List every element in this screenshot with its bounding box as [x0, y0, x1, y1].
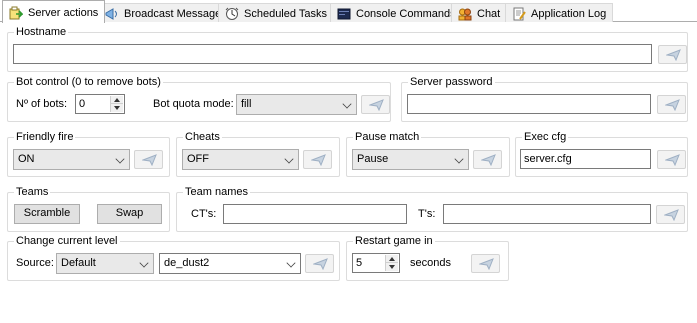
tab-console-commands[interactable]: Console Commands: [330, 3, 463, 22]
change-level-send-button[interactable]: [305, 254, 334, 273]
friendly-fire-group: Friendly fire ON: [7, 131, 170, 177]
source-label: Source:: [16, 257, 54, 269]
map-select[interactable]: de_dust2: [159, 253, 301, 274]
send-arrow-icon: [665, 154, 680, 166]
restart-seconds-value: 5: [356, 257, 363, 269]
send-arrow-icon: [313, 258, 328, 270]
send-arrow-icon: [369, 99, 384, 111]
restart-game-legend: Restart game in: [353, 235, 435, 248]
hostname-group: Hostname: [7, 26, 688, 72]
tab-label: Application Log: [531, 8, 607, 20]
server-actions-icon: [9, 6, 24, 20]
bot-control-group: Bot control (0 to remove bots) Nº of bot…: [7, 76, 391, 122]
send-arrow-icon: [664, 209, 679, 221]
chevron-down-icon: [286, 258, 296, 268]
restart-game-group: Restart game in 5 seconds: [346, 235, 509, 281]
chevron-down-icon: [139, 258, 149, 268]
friendly-fire-send-button[interactable]: [134, 150, 163, 169]
tab-scheduled-tasks[interactable]: Scheduled Tasks: [218, 3, 334, 22]
cheats-select[interactable]: OFF: [182, 149, 299, 170]
pause-match-group: Pause match Pause: [346, 131, 510, 177]
scramble-button[interactable]: Scramble: [14, 204, 80, 224]
hostname-input[interactable]: [13, 44, 652, 64]
chevron-down-icon: [342, 99, 352, 109]
server-password-legend: Server password: [408, 76, 495, 89]
hostname-send-button[interactable]: [658, 45, 687, 64]
teams-group: Teams Scramble Swap: [7, 186, 170, 232]
team-names-send-button[interactable]: [656, 205, 685, 224]
friendly-fire-legend: Friendly fire: [14, 131, 76, 144]
chat-icon: [458, 7, 472, 21]
restart-seconds-stepper[interactable]: 5: [352, 253, 400, 273]
swap-button[interactable]: Swap: [97, 204, 162, 224]
chevron-down-icon: [115, 154, 125, 164]
tab-label: Scheduled Tasks: [244, 8, 327, 20]
send-arrow-icon: [479, 258, 494, 270]
tab-server-actions[interactable]: Server actions: [2, 0, 106, 23]
tab-label: Broadcast Message: [124, 8, 222, 20]
pause-match-select[interactable]: Pause: [352, 149, 469, 170]
send-arrow-icon: [481, 154, 496, 166]
bot-control-legend: Bot control (0 to remove bots): [14, 76, 163, 89]
tab-application-log[interactable]: Application Log: [505, 3, 614, 22]
cheats-group: Cheats OFF: [176, 131, 340, 177]
friendly-fire-value: ON: [18, 153, 35, 165]
spin-buttons[interactable]: [110, 96, 123, 112]
spin-buttons[interactable]: [385, 255, 398, 271]
cheats-send-button[interactable]: [303, 150, 332, 169]
bot-control-send-button[interactable]: [361, 95, 390, 114]
tab-label: Console Commands: [356, 8, 456, 20]
tab-label: Chat: [477, 8, 501, 20]
cheats-value: OFF: [187, 153, 209, 165]
tab-chat[interactable]: Chat: [451, 3, 508, 22]
ct-name-label: CT's:: [191, 208, 217, 220]
pause-match-send-button[interactable]: [473, 150, 502, 169]
console-icon: [337, 7, 351, 21]
tab-strip: Server actions Broadcast Message Schedul…: [0, 0, 697, 23]
pause-match-value: Pause: [357, 153, 389, 165]
bot-quota-value: fill: [241, 98, 252, 110]
chevron-down-icon: [454, 154, 464, 164]
team-names-legend: Team names: [183, 186, 250, 199]
send-arrow-icon: [666, 49, 681, 61]
send-arrow-icon: [142, 154, 157, 166]
broadcast-icon: [105, 7, 119, 21]
bots-count-value: 0: [79, 98, 86, 110]
friendly-fire-select[interactable]: ON: [13, 149, 130, 170]
bot-quota-label: Bot quota mode:: [153, 98, 234, 110]
bots-count-stepper[interactable]: 0: [75, 94, 125, 114]
bots-count-label: Nº of bots:: [16, 98, 68, 110]
hostname-legend: Hostname: [14, 26, 69, 39]
pause-match-legend: Pause match: [353, 131, 422, 144]
teams-legend: Teams: [14, 186, 51, 199]
ct-name-input[interactable]: [223, 204, 407, 224]
send-arrow-icon: [311, 154, 326, 166]
server-actions-panel: Hostname Bot control (0 to remove bots) …: [0, 22, 697, 323]
seconds-label: seconds: [410, 257, 451, 269]
map-value: de_dust2: [164, 257, 210, 269]
bot-quota-select[interactable]: fill: [236, 94, 357, 115]
scheduled-tasks-icon: [225, 7, 239, 21]
exec-cfg-send-button[interactable]: [657, 150, 686, 169]
tab-broadcast-message[interactable]: Broadcast Message: [98, 3, 229, 22]
chevron-down-icon: [284, 154, 294, 164]
cheats-legend: Cheats: [183, 131, 222, 144]
log-icon: [512, 7, 526, 21]
source-value: Default: [61, 257, 96, 269]
exec-cfg-legend: Exec cfg: [522, 131, 569, 144]
restart-game-send-button[interactable]: [471, 254, 500, 273]
tab-label: Server actions: [28, 7, 99, 19]
server-password-group: Server password: [401, 76, 688, 122]
team-names-group: Team names CT's: T's:: [176, 186, 688, 232]
t-name-label: T's:: [418, 208, 436, 220]
exec-cfg-input[interactable]: server.cfg: [520, 149, 651, 169]
change-level-group: Change current level Source: Default de_…: [7, 235, 340, 281]
t-name-input[interactable]: [443, 204, 651, 224]
send-arrow-icon: [665, 99, 680, 111]
change-level-legend: Change current level: [14, 235, 120, 248]
exec-cfg-group: Exec cfg server.cfg: [515, 131, 688, 177]
server-password-input[interactable]: [407, 94, 651, 114]
source-select[interactable]: Default: [56, 253, 154, 274]
server-password-send-button[interactable]: [657, 95, 686, 114]
